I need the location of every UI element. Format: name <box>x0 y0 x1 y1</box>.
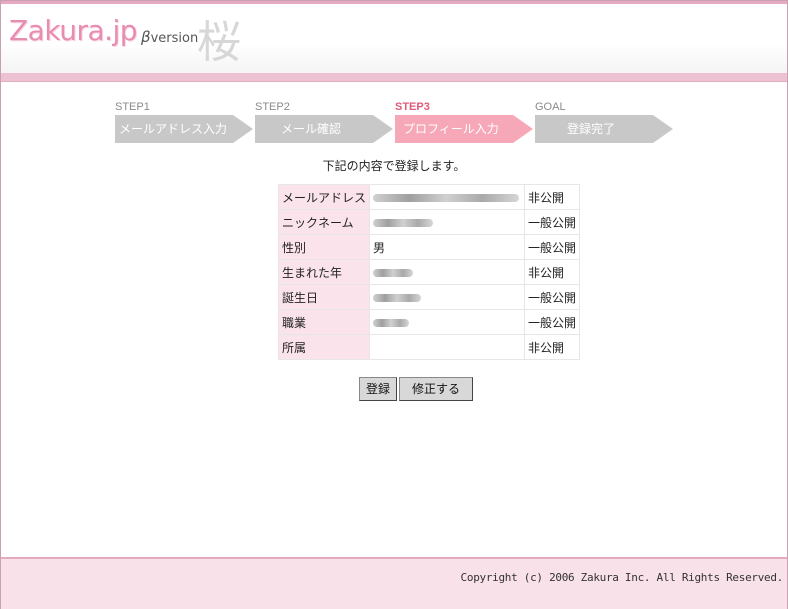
step-3: STEP3 プロフィール入力 <box>395 100 533 143</box>
step-2: STEP2 メール確認 <box>255 100 393 143</box>
table-row: 生まれた年 非公開 <box>277 259 581 285</box>
version-text: version <box>150 31 199 46</box>
privacy-setting: 一般公開 <box>524 309 581 335</box>
field-value <box>369 309 526 335</box>
privacy-setting: 一般公開 <box>524 284 581 310</box>
site-footer: Copyright (c) 2006 Zakura Inc. All Right… <box>1 557 787 609</box>
copyright-text: Copyright (c) 2006 Zakura Inc. All Right… <box>460 571 784 584</box>
confirm-intro-text: 下記の内容で登録します。 <box>322 159 466 173</box>
step-label: STEP3 <box>395 101 430 113</box>
step-1: STEP1 メールアドレス入力 <box>115 100 253 143</box>
field-label: 性別 <box>277 234 371 260</box>
privacy-setting: 非公開 <box>524 259 581 285</box>
redacted-value <box>373 218 434 227</box>
field-label: 誕生日 <box>277 284 371 310</box>
field-label: 生まれた年 <box>277 259 371 285</box>
table-row: 誕生日 一般公開 <box>277 284 581 310</box>
privacy-setting: 一般公開 <box>524 209 581 235</box>
sakura-kanji-logo: 桜 <box>197 17 241 68</box>
site-logo[interactable]: Zakura.jp <box>9 14 138 47</box>
table-row: 所属 非公開 <box>277 334 581 360</box>
privacy-setting: 非公開 <box>524 334 581 360</box>
redacted-value <box>373 193 520 202</box>
step-label: GOAL <box>535 101 566 113</box>
site-header: Zakura.jp βversion 桜 <box>1 1 787 76</box>
table-row: 職業 一般公開 <box>277 309 581 335</box>
step-title: メールアドレス入力 <box>115 115 253 143</box>
step-title: メール確認 <box>255 115 393 143</box>
redacted-value <box>373 268 414 277</box>
step-label: STEP2 <box>255 101 290 113</box>
table-row: 性別 男 一般公開 <box>277 234 581 260</box>
field-label: 職業 <box>277 309 371 335</box>
field-value <box>369 184 526 210</box>
redacted-value <box>373 318 410 327</box>
step-goal: GOAL 登録完了 <box>535 100 673 143</box>
beta-version-label: βversion <box>141 28 198 46</box>
field-label: メールアドレス <box>277 184 371 210</box>
table-row: ニックネーム 一般公開 <box>277 209 581 235</box>
form-actions: 登録 修正する <box>359 377 475 401</box>
profile-table: メールアドレス 非公開 ニックネーム 一般公開 性別 男 一般公開 生まれた年 … <box>277 184 581 360</box>
field-value: 男 <box>369 234 526 260</box>
table-row: メールアドレス 非公開 <box>277 184 581 210</box>
header-divider <box>1 73 787 82</box>
field-value <box>369 284 526 310</box>
edit-button[interactable]: 修正する <box>399 377 474 401</box>
register-button[interactable]: 登録 <box>359 377 398 401</box>
privacy-setting: 非公開 <box>524 184 581 210</box>
field-value <box>369 259 526 285</box>
registration-steps: STEP1 メールアドレス入力 STEP2 メール確認 STEP3 プロフィール… <box>115 100 695 146</box>
field-label: ニックネーム <box>277 209 371 235</box>
field-value <box>369 209 526 235</box>
step-title: 登録完了 <box>535 115 673 143</box>
step-title: プロフィール入力 <box>395 115 533 143</box>
step-label: STEP1 <box>115 101 150 113</box>
field-label: 所属 <box>277 334 371 360</box>
privacy-setting: 一般公開 <box>524 234 581 260</box>
redacted-value <box>373 293 422 302</box>
field-value <box>369 334 526 360</box>
beta-symbol: β <box>141 28 151 46</box>
